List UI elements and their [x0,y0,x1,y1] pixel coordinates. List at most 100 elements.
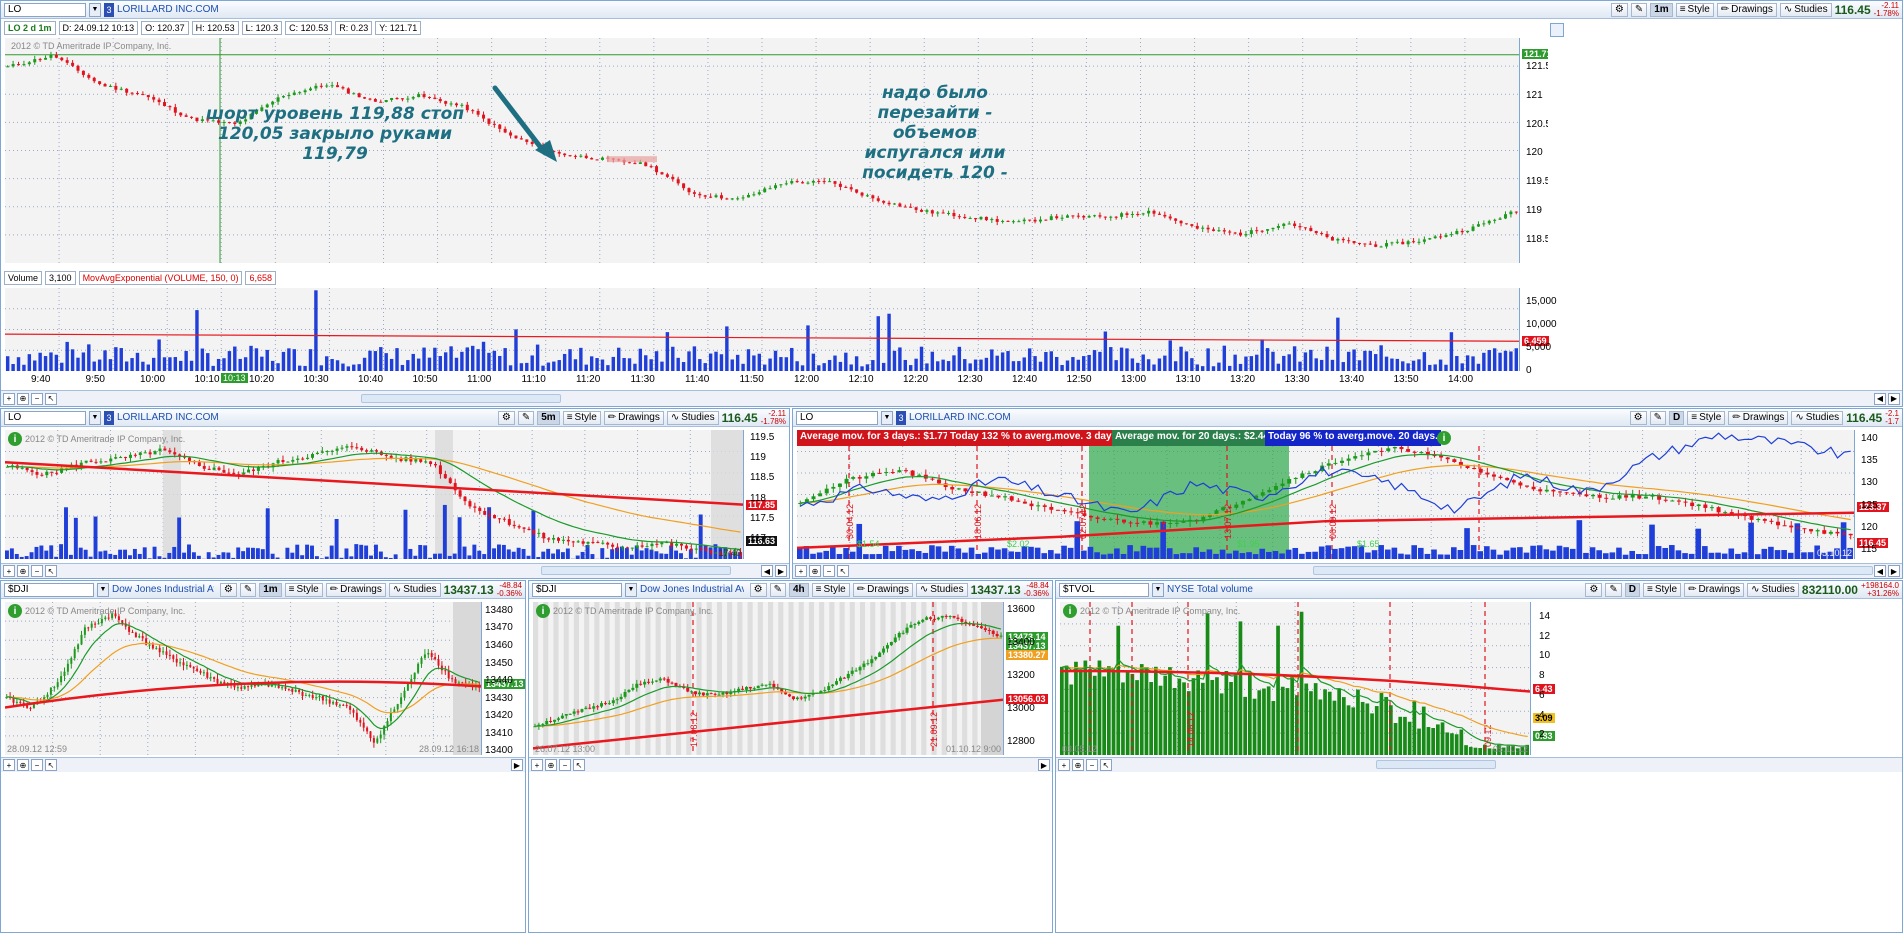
symbol-dropdown-icon[interactable]: ▼ [89,2,101,17]
interval-button[interactable]: 5m [537,410,560,425]
wrench-icon[interactable]: ✎ [1630,2,1648,17]
zoom-icon[interactable]: ⊕ [17,565,29,577]
interval-button[interactable]: 4h [789,582,809,597]
zoom-out-icon[interactable]: − [31,392,43,405]
pointer-icon[interactable]: ↖ [45,565,57,577]
scroll-right-icon[interactable]: ▶ [511,759,523,771]
style-button[interactable]: ≡ Style [1687,410,1726,425]
dji-4h-axis[interactable]: 13473.14 13437.13 13380.27 13056.03 1360… [1003,602,1052,755]
lo-daily-axis[interactable]: 123.37 116.45 140 135 130 125 120 115 [1854,430,1902,559]
scroll-left-icon[interactable]: ◀ [1874,565,1886,577]
interval-button[interactable]: 1m [259,582,282,597]
studies-button[interactable]: ∿ Studies [1747,582,1799,597]
style-button[interactable]: ≡ Style [811,582,850,597]
zoom-icon[interactable]: ⊕ [17,759,29,771]
symbol-dropdown-icon[interactable]: ▼ [625,582,637,597]
scroll-right-icon[interactable]: ▶ [1038,759,1050,771]
studies-button[interactable]: ∿ Studies [388,582,441,597]
zoom-out-icon[interactable]: − [823,565,835,577]
style-button[interactable]: ≡ Style [1642,582,1682,597]
zoom-out-icon[interactable]: − [31,565,43,577]
scroll-left-icon[interactable]: ◀ [761,565,773,577]
tvol-axis[interactable]: 6.43 3.09 0.83 14 12 10 8 6 4 2 [1530,602,1572,755]
zoom-icon[interactable]: ⊕ [545,759,557,771]
interval-button[interactable]: 1m [1650,2,1673,17]
wrench-icon[interactable]: ✎ [517,410,535,425]
studies-button[interactable]: ∿ Studies [1779,2,1832,17]
scroll-right-icon[interactable]: ▶ [775,565,787,577]
info-icon[interactable]: i [8,432,22,446]
pointer-icon[interactable]: ↖ [45,392,57,405]
pointer-icon[interactable]: ↖ [1100,759,1112,771]
drawings-button[interactable]: ✏ Drawings [1716,2,1777,17]
drawings-button[interactable]: ✏ Drawings [603,410,664,425]
scroll-right-icon[interactable]: ▶ [1888,392,1900,405]
wrench-icon[interactable]: ✎ [1649,410,1667,425]
zoom-icon[interactable]: ⊕ [17,392,29,405]
horizontal-scrollbar[interactable] [1313,566,1873,575]
volume-axis[interactable]: 6,459 15,000 10,000 5,000 0 [1519,288,1569,376]
gear-icon[interactable]: ⚙ [1629,410,1647,425]
scroll-left-icon[interactable]: ◀ [1874,392,1886,405]
zoom-icon[interactable]: ⊕ [1072,759,1084,771]
horizontal-scrollbar[interactable] [541,566,731,575]
horizontal-scrollbar[interactable] [361,394,561,403]
symbol-input[interactable]: $DJI [4,582,94,597]
zoom-out-icon[interactable]: − [559,759,571,771]
gear-icon[interactable]: ⚙ [1610,2,1628,17]
gear-icon[interactable]: ⚙ [749,582,767,597]
volume-plot[interactable] [5,288,1519,371]
symbol-dropdown-icon[interactable]: ▼ [1152,582,1164,597]
info-icon[interactable]: i [536,604,550,618]
zoom-in-icon[interactable]: + [3,759,15,771]
maximize-icon[interactable] [1550,23,1564,37]
zoom-in-icon[interactable]: + [3,565,15,577]
gear-icon[interactable]: ⚙ [497,410,515,425]
style-button[interactable]: ≡ Style [284,582,323,597]
zoom-in-icon[interactable]: + [795,565,807,577]
drawings-button[interactable]: ✏ Drawings [325,582,386,597]
symbol-dropdown-icon[interactable]: ▼ [97,582,109,597]
zoom-out-icon[interactable]: − [31,759,43,771]
symbol-input[interactable]: $TVOL [1059,582,1149,597]
lo-5m-axis[interactable]: 117.85 116.63 119.5 119 118.5 118 117.5 117 [743,430,789,559]
zoom-in-icon[interactable]: + [531,759,543,771]
studies-button[interactable]: ∿ Studies [666,410,719,425]
gear-icon[interactable]: ⚙ [1585,582,1603,597]
lo-5m-plot[interactable]: i 2012 © TD Ameritrade IP Company, Inc. … [5,430,743,559]
scroll-right-icon[interactable]: ▶ [1888,565,1900,577]
drawings-button[interactable]: ✏ Drawings [1684,582,1745,597]
tvol-plot[interactable]: 14.08.12 09.12 i 2012 © TD Ameritrade IP … [1060,602,1530,755]
pointer-icon[interactable]: ↖ [837,565,849,577]
wrench-icon[interactable]: ✎ [1605,582,1622,597]
info-icon[interactable]: i [8,604,22,618]
link-group-badge[interactable]: 3 [104,2,114,17]
lo-daily-plot[interactable]: 30.04.12 18.06.12 02.07.12 13.07.12 06.09.12… [797,430,1854,559]
horizontal-scrollbar[interactable] [1376,760,1496,769]
wrench-icon[interactable]: ✎ [239,582,257,597]
interval-button[interactable]: D [1624,582,1640,597]
studies-button[interactable]: ∿ Studies [1791,410,1844,425]
dji-1m-axis[interactable]: 13437.13 13480 13470 13460 13450 13440 13430 1… [481,602,525,756]
drawings-button[interactable]: ✏ Drawings [1728,410,1789,425]
symbol-dropdown-icon[interactable]: ▼ [89,410,101,425]
zoom-in-icon[interactable]: + [1058,759,1070,771]
zoom-in-icon[interactable]: + [3,392,15,405]
link-group-badge[interactable]: 3 [104,410,114,425]
time-axis[interactable]: 10:13 9:40 9:50 10:00 10:10 10:20 10:30 10:40 1… [5,373,1519,387]
zoom-icon[interactable]: ⊕ [809,565,821,577]
symbol-input[interactable]: LO [4,2,86,17]
drawings-button[interactable]: ✏ Drawings [852,582,913,597]
style-button[interactable]: ≡ Style [562,410,601,425]
symbol-dropdown-icon[interactable]: ▼ [881,410,893,425]
main-price-plot[interactable]: 2012 © TD Ameritrade IP Company, Inc. шо… [5,38,1519,263]
link-group-badge[interactable]: 3 [896,410,906,425]
interval-button[interactable]: D [1669,410,1685,425]
symbol-input[interactable]: LO [4,410,86,425]
info-icon[interactable]: i [1437,431,1451,445]
studies-button[interactable]: ∿ Studies [915,582,968,597]
info-icon[interactable]: i [1063,604,1077,618]
gear-icon[interactable]: ⚙ [219,582,237,597]
symbol-input[interactable]: $DJI [532,582,622,597]
dji-1m-plot[interactable]: i 2012 © TD Ameritrade IP Company, Inc. … [5,602,481,755]
